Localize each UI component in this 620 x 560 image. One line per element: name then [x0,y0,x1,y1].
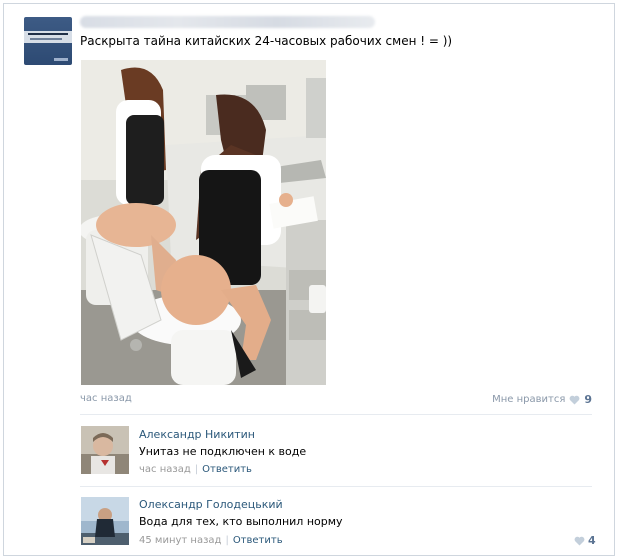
comment-time[interactable]: 45 минут назад [139,535,221,546]
blurred-group-name [80,16,375,28]
comment-meta: час назад | Ответить [139,464,252,475]
reply-button[interactable]: Ответить [202,464,252,475]
post-photo[interactable] [81,60,326,385]
post-like-button[interactable]: Мне нравится 9 [492,393,592,406]
like-label: Мне нравится [492,394,566,405]
separator [80,486,592,487]
comment-avatar[interactable] [81,497,129,545]
comment-time[interactable]: час назад [139,464,191,475]
separator [80,414,592,415]
heart-icon [569,395,580,405]
like-count: 9 [584,393,592,406]
comment-text: Вода для тех, кто выполнил норму [139,515,343,528]
post-time[interactable]: час назад [80,393,132,404]
group-avatar[interactable] [24,17,72,65]
comment-text: Унитаз не подключен к воде [139,445,307,458]
heart-icon [574,536,585,546]
divider: | [194,464,199,475]
comment-like-button[interactable]: 4 [574,534,596,547]
divider: | [225,535,229,546]
comment-author[interactable]: Александр Никитин [139,428,255,441]
comment-avatar[interactable] [81,426,129,474]
reply-button[interactable]: Ответить [233,535,283,546]
comment-meta: 45 минут назад | Ответить [139,535,283,546]
comment-like-count: 4 [588,534,596,547]
comment-author[interactable]: Олександр Голодецький [139,498,283,511]
post-text: Раскрыта тайна китайских 24-часовых рабо… [80,34,453,48]
post-meta: час назад Мне нравится 9 [80,393,592,407]
